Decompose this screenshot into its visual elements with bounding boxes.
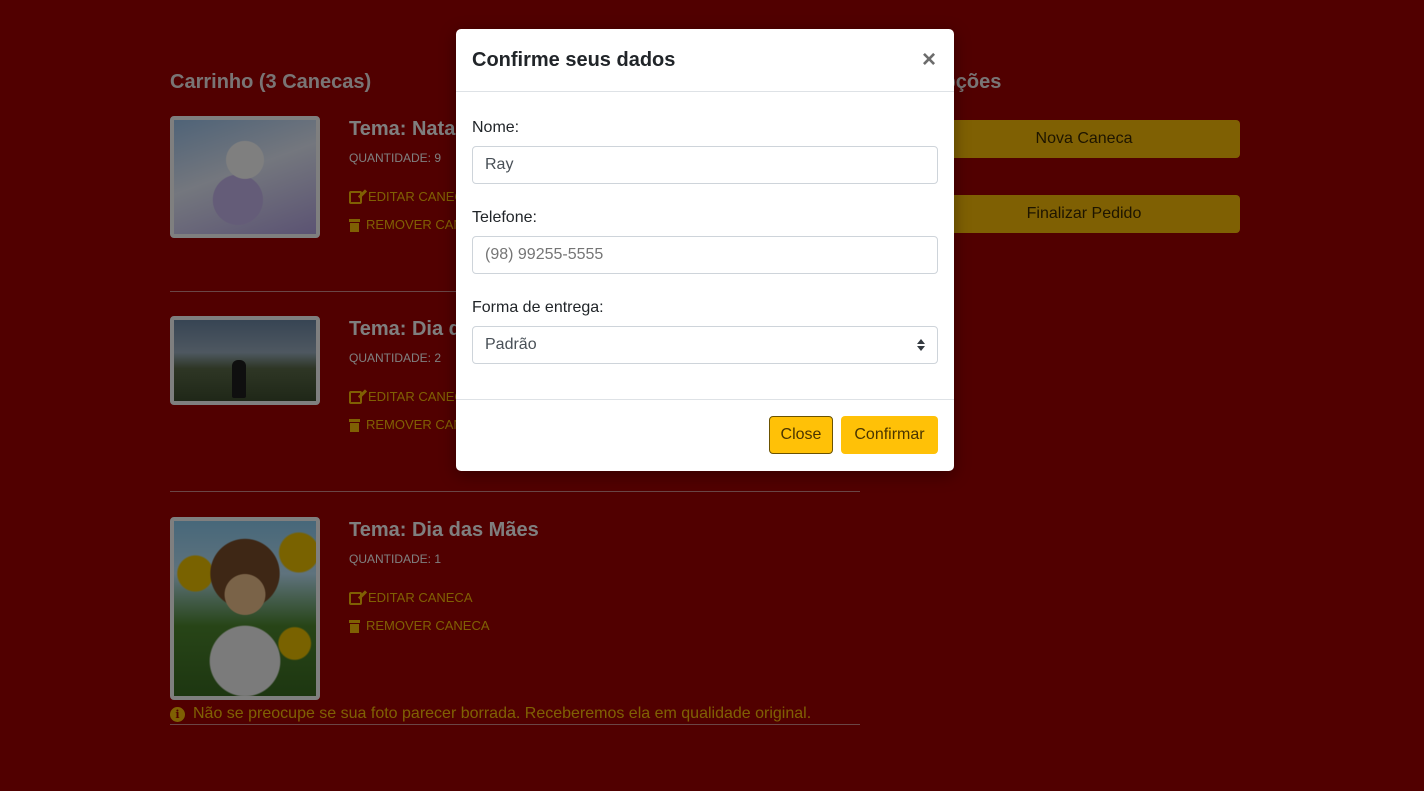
close-button[interactable]: Close [769, 416, 833, 454]
name-label: Nome: [472, 119, 520, 136]
delivery-label: Forma de entrega: [472, 299, 604, 316]
modal-title: Confirme seus dados [472, 49, 676, 71]
close-icon[interactable]: × [920, 47, 938, 73]
phone-field[interactable] [472, 236, 938, 274]
confirm-button[interactable]: Confirmar [841, 416, 938, 454]
confirm-data-modal: Confirme seus dados × Nome: Telefone: Fo… [456, 29, 954, 471]
modal-body: Nome: Telefone: Forma de entrega: Padrão [456, 92, 954, 400]
select-arrows-icon [917, 339, 925, 351]
modal-header: Confirme seus dados × [456, 29, 954, 92]
phone-label: Telefone: [472, 209, 537, 226]
delivery-selected-value: Padrão [485, 336, 537, 353]
name-field[interactable] [472, 146, 938, 184]
modal-footer: Close Confirmar [456, 400, 954, 470]
delivery-select[interactable]: Padrão [472, 326, 938, 364]
